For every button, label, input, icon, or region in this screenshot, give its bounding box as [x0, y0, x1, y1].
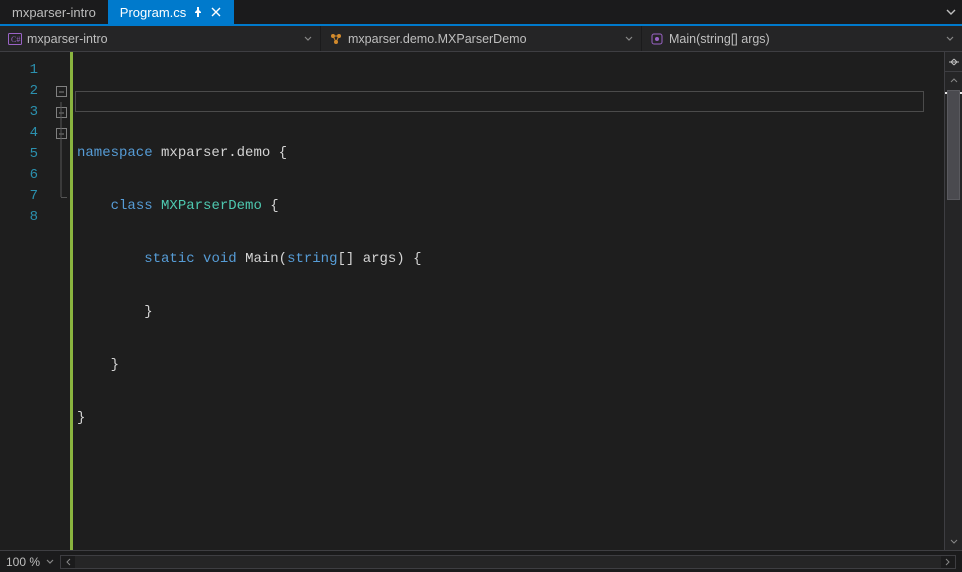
- scroll-up-icon[interactable]: [945, 72, 962, 88]
- scroll-thumb[interactable]: [947, 90, 960, 200]
- code-text: {: [262, 198, 279, 214]
- line-number: 3: [0, 102, 52, 123]
- scroll-right-icon[interactable]: [941, 556, 955, 568]
- code-line[interactable]: }: [77, 408, 944, 429]
- code-text: }: [77, 410, 85, 426]
- split-editor-icon[interactable]: [945, 52, 962, 72]
- code-line[interactable]: static void Main(string[] args) {: [77, 249, 944, 270]
- nav-member-dropdown[interactable]: Main(string[] args): [642, 26, 962, 51]
- code-text: }: [77, 357, 119, 373]
- nav-project-label: mxparser-intro: [27, 32, 108, 46]
- code-text: Main(: [245, 251, 287, 267]
- code-line[interactable]: namespace mxparser.demo {: [77, 143, 944, 164]
- code-text: }: [77, 304, 153, 320]
- fold-toggle-icon[interactable]: [56, 128, 67, 139]
- code-text: [] args) {: [338, 251, 422, 267]
- nav-member-label: Main(string[] args): [669, 32, 770, 46]
- code-line[interactable]: }: [77, 355, 944, 376]
- keyword: string: [287, 251, 337, 267]
- tabs-overflow-icon[interactable]: [946, 5, 956, 20]
- code-text: mxparser.demo {: [153, 145, 287, 161]
- chevron-down-icon: [304, 32, 312, 46]
- line-number: 5: [0, 144, 52, 165]
- code-line[interactable]: class MXParserDemo {: [77, 196, 944, 217]
- tab-mxparser-intro[interactable]: mxparser-intro: [0, 0, 108, 24]
- outlining-margin[interactable]: [52, 52, 70, 550]
- scroll-track[interactable]: [945, 88, 962, 534]
- line-number: 6: [0, 165, 52, 186]
- keyword: static: [144, 251, 194, 267]
- document-tabstrip: mxparser-intro Program.cs: [0, 0, 962, 26]
- code-line[interactable]: [77, 461, 944, 482]
- horizontal-scrollbar[interactable]: [60, 555, 956, 569]
- line-number-gutter: 1 2 3 4 5 6 7 8: [0, 52, 52, 550]
- indent: [77, 251, 144, 267]
- chevron-down-icon: [625, 32, 633, 46]
- line-number: 7: [0, 186, 52, 207]
- scroll-track[interactable]: [75, 556, 941, 568]
- code-editor[interactable]: 1 2 3 4 5 6 7 8 namespace mxparser.demo …: [0, 52, 962, 550]
- scroll-down-icon[interactable]: [945, 534, 962, 550]
- current-line[interactable]: [75, 91, 924, 112]
- svg-text:C#: C#: [11, 35, 20, 44]
- keyword: void: [203, 251, 237, 267]
- keyword: namespace: [77, 145, 153, 161]
- vertical-scrollbar[interactable]: [944, 52, 962, 550]
- class-icon: [329, 32, 343, 46]
- chevron-down-icon: [946, 32, 954, 46]
- line-number: 8: [0, 207, 52, 228]
- code-surface[interactable]: namespace mxparser.demo { class MXParser…: [70, 52, 944, 550]
- tab-program-cs[interactable]: Program.cs: [108, 0, 234, 24]
- navigation-bar: C# mxparser-intro mxparser.demo.MXParser…: [0, 26, 962, 52]
- line-number: 2: [0, 81, 52, 102]
- keyword: class: [111, 198, 153, 214]
- csharp-project-icon: C#: [8, 32, 22, 46]
- close-icon[interactable]: [210, 6, 222, 18]
- type-name: MXParserDemo: [161, 198, 262, 214]
- zoom-level[interactable]: 100 %: [6, 555, 40, 569]
- zoom-dropdown-icon[interactable]: [46, 555, 54, 569]
- code-line[interactable]: }: [77, 302, 944, 323]
- line-number: 1: [0, 60, 52, 81]
- method-icon: [650, 32, 664, 46]
- fold-toggle-icon[interactable]: [56, 86, 67, 97]
- tab-label: mxparser-intro: [12, 5, 96, 20]
- nav-type-label: mxparser.demo.MXParserDemo: [348, 32, 527, 46]
- scroll-left-icon[interactable]: [61, 556, 75, 568]
- pin-icon[interactable]: [192, 6, 204, 18]
- fold-toggle-icon[interactable]: [56, 107, 67, 118]
- nav-type-dropdown[interactable]: mxparser.demo.MXParserDemo: [321, 26, 642, 51]
- nav-project-dropdown[interactable]: C# mxparser-intro: [0, 26, 321, 51]
- indent: [77, 198, 111, 214]
- tab-label: Program.cs: [120, 5, 186, 20]
- editor-status-bar: 100 %: [0, 550, 962, 572]
- line-number: 4: [0, 123, 52, 144]
